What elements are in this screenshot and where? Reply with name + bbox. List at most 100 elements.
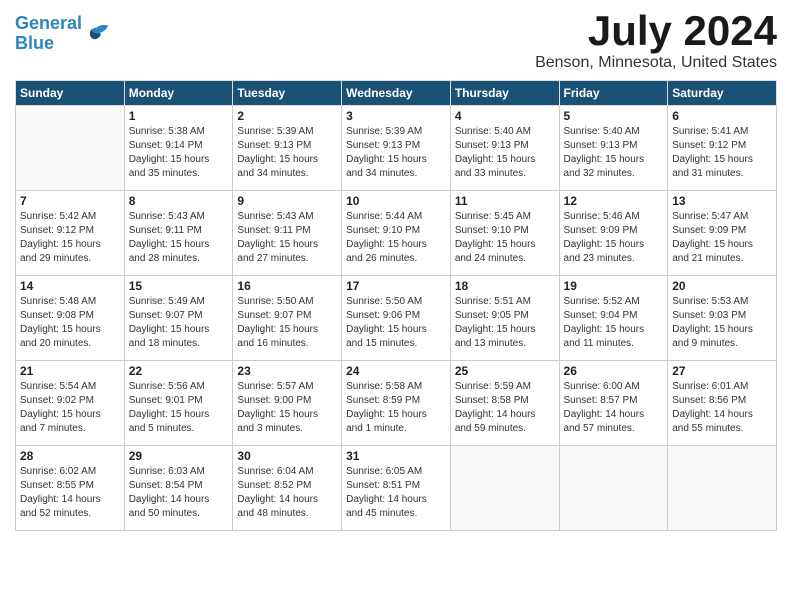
- calendar-cell: 10Sunrise: 5:44 AM Sunset: 9:10 PM Dayli…: [342, 191, 451, 276]
- day-number: 13: [672, 194, 772, 208]
- calendar-header-row: SundayMondayTuesdayWednesdayThursdayFrid…: [16, 81, 777, 106]
- calendar-cell: [450, 446, 559, 531]
- day-number: 2: [237, 109, 337, 123]
- day-number: 12: [564, 194, 664, 208]
- day-number: 24: [346, 364, 446, 378]
- day-info: Sunrise: 5:45 AM Sunset: 9:10 PM Dayligh…: [455, 210, 555, 266]
- day-number: 11: [455, 194, 555, 208]
- day-number: 5: [564, 109, 664, 123]
- day-info: Sunrise: 6:03 AM Sunset: 8:54 PM Dayligh…: [129, 465, 229, 521]
- calendar-cell: 7 Sunrise: 5:42 AM Sunset: 9:12 PM Daylig…: [16, 191, 125, 276]
- day-number: 22: [129, 364, 229, 378]
- day-info: Sunrise: 5:51 AM Sunset: 9:05 PM Dayligh…: [455, 295, 555, 351]
- day-number: 6: [672, 109, 772, 123]
- weekday-header-wednesday: Wednesday: [342, 81, 451, 106]
- day-number: 21: [20, 364, 120, 378]
- day-info: Sunrise: 5:49 AM Sunset: 9:07 PM Dayligh…: [129, 295, 229, 351]
- day-info: Sunrise: 5:40 AM Sunset: 9:13 PM Dayligh…: [564, 125, 664, 181]
- calendar-cell: 9 Sunrise: 5:43 AM Sunset: 9:11 PM Daylig…: [233, 191, 342, 276]
- day-number: 15: [129, 279, 229, 293]
- day-number: 27: [672, 364, 772, 378]
- calendar-cell: 21 Sunrise: 5:54 AM Sunset: 9:02 PM Dayli…: [16, 361, 125, 446]
- day-info: Sunrise: 6:02 AM Sunset: 8:55 PM Dayligh…: [20, 465, 120, 521]
- calendar-cell: 8 Sunrise: 5:43 AM Sunset: 9:11 PM Daylig…: [124, 191, 233, 276]
- calendar-cell: 14Sunrise: 5:48 AM Sunset: 9:08 PM Dayli…: [16, 276, 125, 361]
- day-info: Sunrise: 5:39 AM Sunset: 9:13 PM Dayligh…: [346, 125, 446, 181]
- calendar-cell: 31Sunrise: 6:05 AM Sunset: 8:51 PM Dayli…: [342, 446, 451, 531]
- day-number: 10: [346, 194, 446, 208]
- day-number: 18: [455, 279, 555, 293]
- day-info: Sunrise: 5:42 AM Sunset: 9:12 PM Dayligh…: [20, 210, 120, 266]
- title-block: July 2024 Benson, Minnesota, United Stat…: [535, 10, 777, 72]
- calendar-cell: 15 Sunrise: 5:49 AM Sunset: 9:07 PM Dayli…: [124, 276, 233, 361]
- calendar-cell: 12 Sunrise: 5:46 AM Sunset: 9:09 PM Dayli…: [559, 191, 668, 276]
- calendar-table: SundayMondayTuesdayWednesdayThursdayFrid…: [15, 80, 777, 531]
- day-number: 23: [237, 364, 337, 378]
- day-info: Sunrise: 5:47 AM Sunset: 9:09 PM Dayligh…: [672, 210, 772, 266]
- day-number: 9: [237, 194, 337, 208]
- logo-icon: [84, 20, 112, 48]
- day-number: 30: [237, 449, 337, 463]
- day-info: Sunrise: 5:38 AM Sunset: 9:14 PM Dayligh…: [129, 125, 229, 181]
- calendar-cell: 5 Sunrise: 5:40 AM Sunset: 9:13 PM Daylig…: [559, 106, 668, 191]
- day-info: Sunrise: 5:53 AM Sunset: 9:03 PM Dayligh…: [672, 295, 772, 351]
- week-row-5: 28 Sunrise: 6:02 AM Sunset: 8:55 PM Dayli…: [16, 446, 777, 531]
- day-number: 25: [455, 364, 555, 378]
- calendar-cell: 2 Sunrise: 5:39 AM Sunset: 9:13 PM Daylig…: [233, 106, 342, 191]
- week-row-1: 1Sunrise: 5:38 AM Sunset: 9:14 PM Daylig…: [16, 106, 777, 191]
- day-info: Sunrise: 5:59 AM Sunset: 8:58 PM Dayligh…: [455, 380, 555, 436]
- location: Benson, Minnesota, United States: [535, 54, 777, 72]
- day-info: Sunrise: 5:50 AM Sunset: 9:07 PM Dayligh…: [237, 295, 337, 351]
- day-info: Sunrise: 5:50 AM Sunset: 9:06 PM Dayligh…: [346, 295, 446, 351]
- day-number: 19: [564, 279, 664, 293]
- weekday-header-friday: Friday: [559, 81, 668, 106]
- calendar-cell: 28 Sunrise: 6:02 AM Sunset: 8:55 PM Dayli…: [16, 446, 125, 531]
- calendar-cell: 25 Sunrise: 5:59 AM Sunset: 8:58 PM Dayli…: [450, 361, 559, 446]
- calendar-cell: 1Sunrise: 5:38 AM Sunset: 9:14 PM Daylig…: [124, 106, 233, 191]
- day-info: Sunrise: 6:01 AM Sunset: 8:56 PM Dayligh…: [672, 380, 772, 436]
- day-info: Sunrise: 6:04 AM Sunset: 8:52 PM Dayligh…: [237, 465, 337, 521]
- month-title: July 2024: [535, 10, 777, 52]
- week-row-2: 7 Sunrise: 5:42 AM Sunset: 9:12 PM Daylig…: [16, 191, 777, 276]
- day-info: Sunrise: 5:39 AM Sunset: 9:13 PM Dayligh…: [237, 125, 337, 181]
- logo: GeneralBlue: [15, 14, 112, 54]
- calendar-cell: 29 Sunrise: 6:03 AM Sunset: 8:54 PM Dayli…: [124, 446, 233, 531]
- calendar-cell: 6 Sunrise: 5:41 AM Sunset: 9:12 PM Daylig…: [668, 106, 777, 191]
- week-row-4: 21 Sunrise: 5:54 AM Sunset: 9:02 PM Dayli…: [16, 361, 777, 446]
- calendar-cell: 18 Sunrise: 5:51 AM Sunset: 9:05 PM Dayli…: [450, 276, 559, 361]
- day-number: 7: [20, 194, 120, 208]
- day-number: 26: [564, 364, 664, 378]
- weekday-header-tuesday: Tuesday: [233, 81, 342, 106]
- calendar-cell: 11 Sunrise: 5:45 AM Sunset: 9:10 PM Dayli…: [450, 191, 559, 276]
- calendar-cell: 24 Sunrise: 5:58 AM Sunset: 8:59 PM Dayli…: [342, 361, 451, 446]
- calendar-cell: 4 Sunrise: 5:40 AM Sunset: 9:13 PM Daylig…: [450, 106, 559, 191]
- day-info: Sunrise: 5:43 AM Sunset: 9:11 PM Dayligh…: [237, 210, 337, 266]
- day-number: 4: [455, 109, 555, 123]
- weekday-header-sunday: Sunday: [16, 81, 125, 106]
- calendar-cell: [16, 106, 125, 191]
- weekday-header-thursday: Thursday: [450, 81, 559, 106]
- page-header: GeneralBlue July 2024 Benson, Minnesota,…: [15, 10, 777, 72]
- day-info: Sunrise: 5:43 AM Sunset: 9:11 PM Dayligh…: [129, 210, 229, 266]
- calendar-cell: 19 Sunrise: 5:52 AM Sunset: 9:04 PM Dayli…: [559, 276, 668, 361]
- day-info: Sunrise: 5:56 AM Sunset: 9:01 PM Dayligh…: [129, 380, 229, 436]
- calendar-cell: [559, 446, 668, 531]
- calendar-cell: 16Sunrise: 5:50 AM Sunset: 9:07 PM Dayli…: [233, 276, 342, 361]
- day-info: Sunrise: 5:41 AM Sunset: 9:12 PM Dayligh…: [672, 125, 772, 181]
- day-info: Sunrise: 5:57 AM Sunset: 9:00 PM Dayligh…: [237, 380, 337, 436]
- day-info: Sunrise: 5:58 AM Sunset: 8:59 PM Dayligh…: [346, 380, 446, 436]
- day-info: Sunrise: 5:40 AM Sunset: 9:13 PM Dayligh…: [455, 125, 555, 181]
- calendar-cell: 3Sunrise: 5:39 AM Sunset: 9:13 PM Daylig…: [342, 106, 451, 191]
- day-number: 28: [20, 449, 120, 463]
- weekday-header-saturday: Saturday: [668, 81, 777, 106]
- calendar-cell: 13 Sunrise: 5:47 AM Sunset: 9:09 PM Dayli…: [668, 191, 777, 276]
- day-info: Sunrise: 5:54 AM Sunset: 9:02 PM Dayligh…: [20, 380, 120, 436]
- day-number: 8: [129, 194, 229, 208]
- weekday-header-monday: Monday: [124, 81, 233, 106]
- day-number: 29: [129, 449, 229, 463]
- week-row-3: 14Sunrise: 5:48 AM Sunset: 9:08 PM Dayli…: [16, 276, 777, 361]
- day-info: Sunrise: 5:52 AM Sunset: 9:04 PM Dayligh…: [564, 295, 664, 351]
- calendar-cell: 22 Sunrise: 5:56 AM Sunset: 9:01 PM Dayli…: [124, 361, 233, 446]
- day-info: Sunrise: 6:05 AM Sunset: 8:51 PM Dayligh…: [346, 465, 446, 521]
- day-info: Sunrise: 5:46 AM Sunset: 9:09 PM Dayligh…: [564, 210, 664, 266]
